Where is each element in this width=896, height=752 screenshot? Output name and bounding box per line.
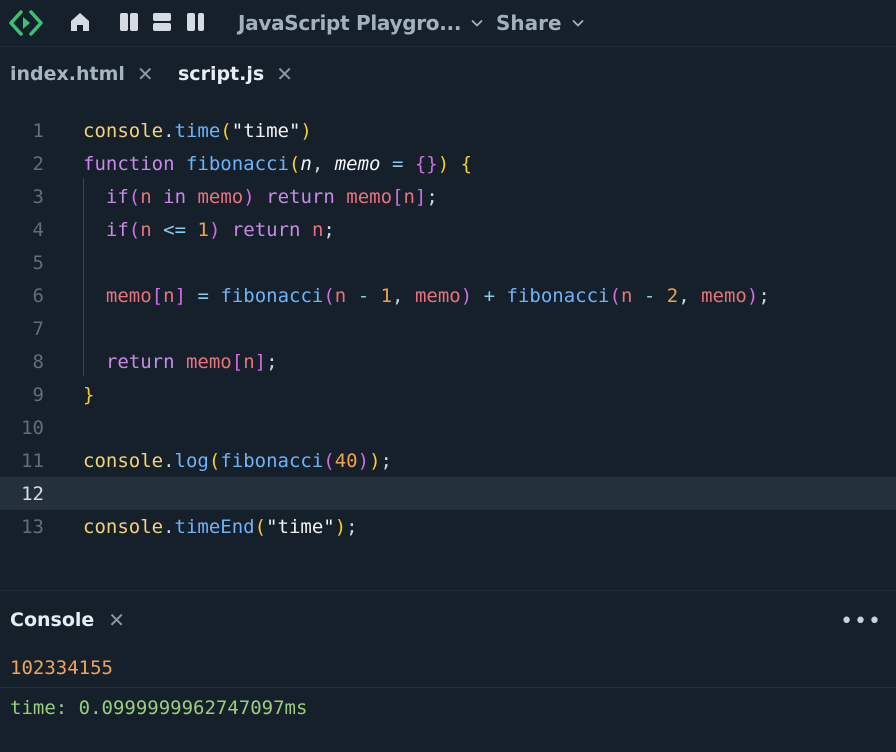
code-text: console.log(fibonacci(40));	[83, 449, 392, 472]
code-line-active[interactable]: 12	[0, 477, 896, 510]
code-line[interactable]: 10	[0, 411, 896, 444]
layout-rows-icon[interactable]	[151, 11, 173, 33]
console-tab[interactable]: Console ✕	[10, 605, 125, 635]
code-line[interactable]: 1 console.time("time")	[0, 114, 896, 147]
line-number: 9	[32, 383, 44, 406]
code-text: console.timeEnd("time");	[83, 515, 358, 538]
console-title: Console	[10, 609, 95, 631]
file-tabs: index.html ✕ script.js ✕	[0, 47, 896, 101]
project-title: JavaScript Playgro...	[238, 11, 462, 35]
code-line[interactable]: 7	[0, 312, 896, 345]
code-line[interactable]: 2 function fibonacci(n, memo = {}) {	[0, 147, 896, 180]
line-number: 4	[32, 218, 44, 241]
layout-sidebar-icon[interactable]	[185, 11, 207, 33]
share-dropdown[interactable]: Share	[496, 8, 584, 38]
code-text: }	[83, 383, 95, 406]
project-title-dropdown[interactable]: JavaScript Playgro...	[238, 8, 483, 38]
share-label: Share	[496, 11, 562, 35]
code-line[interactable]: 4 if(n <= 1) return n;	[0, 213, 896, 246]
close-icon[interactable]: ✕	[137, 64, 154, 84]
code-text: function fibonacci(n, memo = {}) {	[83, 152, 473, 175]
chevron-down-icon	[471, 20, 483, 27]
code-line[interactable]: 11 console.log(fibonacci(40));	[0, 444, 896, 477]
code-text: if(n <= 1) return n;	[105, 218, 335, 241]
line-number: 3	[32, 185, 44, 208]
code-editor[interactable]: 1 console.time("time") 2 function fibona…	[0, 112, 896, 552]
line-number: 5	[32, 251, 44, 274]
console-output-text: time: 0.0999999962747097ms	[10, 697, 308, 719]
chevron-down-icon	[572, 20, 583, 27]
line-number: 7	[32, 317, 44, 340]
code-text: return memo[n];	[105, 350, 278, 373]
code-line[interactable]: 6 memo[n] = fibonacci(n - 1, memo) + fib…	[0, 279, 896, 312]
code-line[interactable]: 8 return memo[n];	[0, 345, 896, 378]
close-icon[interactable]: ✕	[276, 64, 293, 84]
code-text: memo[n] = fibonacci(n - 1, memo) + fibon…	[105, 284, 770, 307]
tab-script-js[interactable]: script.js ✕	[178, 57, 293, 91]
playground-app: JavaScript Playgro... Share index.html ✕…	[0, 0, 896, 752]
tab-label: index.html	[10, 63, 125, 85]
close-icon[interactable]: ✕	[108, 610, 125, 630]
code-text: console.time("time")	[83, 119, 312, 142]
code-line[interactable]: 5	[0, 246, 896, 279]
console-panel: Console ✕ ••• 102334155 time: 0.09999999…	[0, 590, 896, 752]
top-toolbar: JavaScript Playgro... Share	[0, 0, 896, 47]
line-number: 2	[32, 152, 44, 175]
line-number: 1	[32, 119, 44, 142]
line-number: 8	[32, 350, 44, 373]
console-output-text: 102334155	[10, 657, 113, 679]
code-text: if(n in memo) return memo[n];	[105, 185, 438, 208]
line-number: 12	[21, 482, 44, 505]
console-output-line: time: 0.0999999962747097ms	[0, 689, 896, 727]
line-number: 6	[32, 284, 44, 307]
home-icon[interactable]	[68, 10, 92, 34]
playground-logo-icon[interactable]	[8, 8, 44, 38]
more-options-icon[interactable]: •••	[840, 609, 882, 634]
tab-index-html[interactable]: index.html ✕	[10, 57, 154, 91]
line-number: 11	[21, 449, 44, 472]
code-line[interactable]: 9 }	[0, 378, 896, 411]
code-line[interactable]: 3 if(n in memo) return memo[n];	[0, 180, 896, 213]
console-output-line: 102334155	[0, 649, 896, 688]
line-number: 13	[21, 515, 44, 538]
code-line[interactable]: 13 console.timeEnd("time");	[0, 510, 896, 543]
tab-label: script.js	[178, 63, 265, 85]
line-number: 10	[21, 416, 44, 439]
layout-columns-icon[interactable]	[118, 11, 140, 33]
